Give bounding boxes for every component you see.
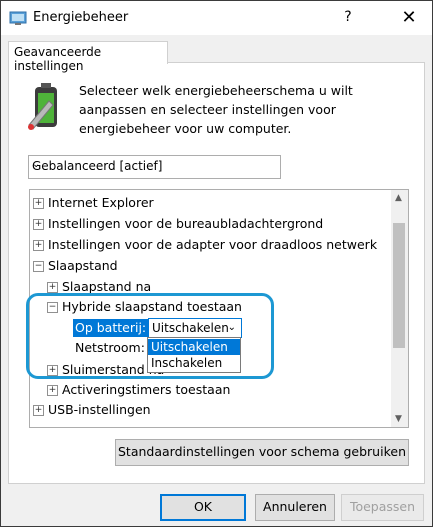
battery-icon: [28, 83, 57, 130]
help-button[interactable]: ?: [339, 9, 357, 25]
scroll-down-arrow-icon[interactable]: ▼: [395, 414, 402, 424]
power-plan-dropdown[interactable]: Gebalanceerd [actief] ⌄: [28, 155, 281, 179]
expand-icon[interactable]: +: [33, 405, 44, 416]
expand-icon[interactable]: +: [47, 385, 58, 396]
expand-icon[interactable]: +: [47, 282, 58, 293]
ok-button[interactable]: OK: [160, 494, 246, 521]
scroll-thumb[interactable]: [393, 223, 405, 348]
tree-node-sleep[interactable]: − Slaapstand: [33, 258, 118, 278]
restore-defaults-button[interactable]: Standaardinstellingen voor schema gebrui…: [115, 439, 409, 466]
tree-node-desktop-background[interactable]: + Instellingen voor de bureaubladachtergr…: [33, 216, 323, 236]
close-button[interactable]: ✕: [399, 7, 419, 28]
tree-node-usb-settings[interactable]: + USB-instellingen: [33, 402, 151, 422]
apply-button: Toepassen: [341, 494, 424, 521]
description-text: Selecteer welk energiebeheerschema u wil…: [79, 83, 353, 136]
tab-advanced-settings[interactable]: Geavanceerde instellingen: [8, 41, 168, 73]
expand-icon[interactable]: +: [33, 219, 44, 230]
scroll-up-arrow-icon[interactable]: ▲: [395, 193, 402, 203]
expand-icon[interactable]: +: [33, 240, 44, 251]
highlight-annotation: [26, 293, 274, 379]
cancel-button[interactable]: Annuleren: [255, 494, 335, 521]
tree-node-wireless-adapter[interactable]: + Instellingen voor de adapter voor draad…: [33, 237, 377, 257]
expand-icon[interactable]: +: [33, 198, 44, 209]
tab-label: Geavanceerde instellingen: [14, 45, 102, 73]
collapse-icon[interactable]: −: [33, 261, 44, 272]
power-options-dialog: Energiebeheer ? ✕ Geavanceerde instellin…: [0, 0, 433, 527]
vertical-scrollbar[interactable]: ▲ ▼: [391, 190, 408, 427]
window-title: Energiebeheer: [33, 10, 129, 25]
tree-node-wake-timers[interactable]: + Activeringstimers toestaan: [47, 382, 230, 402]
power-options-icon: [9, 11, 27, 25]
title-bar: Energiebeheer ? ✕: [1, 1, 432, 35]
tree-node-internet-explorer[interactable]: + Internet Explorer: [33, 195, 154, 215]
chevron-down-icon: ⌄: [32, 159, 41, 170]
